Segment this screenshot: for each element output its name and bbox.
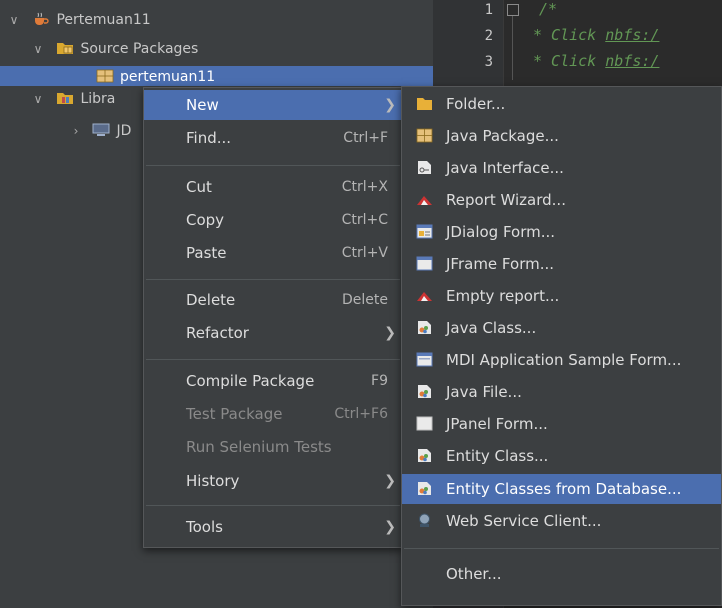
java-package-icon — [416, 128, 433, 143]
code-line: * Click nbfs:/ — [533, 26, 660, 44]
context-menu: New ❯ Find... Ctrl+F Cut Ctrl+X Copy Ctr… — [143, 87, 403, 548]
code-link[interactable]: nbfs:/ — [605, 26, 659, 44]
chevron-right-icon: ❯ — [384, 325, 396, 341]
menu-item-tools[interactable]: Tools ❯ — [144, 512, 402, 542]
menu-item-cut[interactable]: Cut Ctrl+X — [144, 172, 402, 202]
line-number: 1 — [484, 2, 493, 18]
menu-separator — [146, 279, 400, 280]
submenu-item-web-service-client[interactable]: Web Service Client... — [402, 506, 721, 536]
shortcut: Ctrl+C — [341, 212, 388, 228]
chevron-right-icon: ❯ — [384, 519, 396, 535]
chevron-down-icon[interactable]: ∨ — [30, 88, 46, 110]
tree-item-label: Source Packages — [80, 41, 199, 57]
shortcut: Ctrl+X — [341, 179, 388, 195]
menu-item-compile-package[interactable]: Compile Package F9 — [144, 366, 402, 396]
menu-item-delete[interactable]: Delete Delete — [144, 285, 402, 315]
chevron-down-icon[interactable]: ∨ — [6, 9, 22, 31]
code-line: /* — [539, 0, 558, 18]
entity-class-icon — [418, 449, 431, 462]
menu-item-paste[interactable]: Paste Ctrl+V — [144, 238, 402, 268]
submenu-item-jpanel-form[interactable]: JPanel Form... — [402, 409, 721, 439]
empty-report-icon — [417, 292, 432, 301]
fold-icon[interactable] — [507, 4, 519, 16]
menu-separator — [404, 548, 719, 549]
submenu-item-java-file[interactable]: Java File... — [402, 377, 721, 407]
chevron-right-icon: ❯ — [384, 97, 396, 113]
menu-item-new[interactable]: New ❯ — [144, 90, 402, 120]
tree-item-libraries[interactable]: ∨ Libra — [0, 88, 150, 110]
mdi-form-icon — [416, 352, 433, 367]
menu-item-history[interactable]: History ❯ — [144, 466, 402, 496]
line-number: 2 — [484, 28, 493, 44]
tree-item-label: Libra — [80, 91, 116, 107]
folder-icon — [417, 98, 432, 110]
chevron-right-icon: ❯ — [384, 473, 396, 489]
submenu-item-java-class[interactable]: Java Class... — [402, 313, 721, 343]
menu-separator — [146, 505, 400, 506]
submenu-item-other[interactable]: Other... — [402, 559, 721, 589]
submenu-item-entity-classes-from-database[interactable]: Entity Classes from Database... — [402, 474, 721, 504]
submenu-item-jdialog-form[interactable]: JDialog Form... — [402, 217, 721, 247]
shortcut: F9 — [371, 373, 388, 389]
entity-classes-db-icon — [418, 482, 431, 495]
java-interface-icon — [418, 161, 431, 174]
tree-item-package-selected[interactable]: pertemuan11 — [0, 66, 433, 86]
code-line: * Click nbfs:/ — [533, 52, 660, 70]
submenu-item-empty-report[interactable]: Empty report... — [402, 281, 721, 311]
java-file-icon — [418, 385, 431, 398]
fold-guide — [512, 16, 513, 80]
java-class-icon — [418, 321, 431, 334]
menu-separator — [146, 359, 400, 360]
new-submenu: Folder... Java Package... Java Interface… — [401, 86, 722, 606]
package-folder-icon — [57, 43, 74, 54]
jdk-icon — [92, 123, 110, 136]
submenu-item-entity-class[interactable]: Entity Class... — [402, 441, 721, 471]
library-folder-icon — [57, 93, 74, 104]
submenu-item-java-package[interactable]: Java Package... — [402, 121, 721, 151]
submenu-item-folder[interactable]: Folder... — [402, 89, 721, 119]
tree-item-jdk[interactable]: › JD — [0, 120, 150, 142]
tree-item-project[interactable]: ∨ Pertemuan11 — [0, 9, 433, 31]
tree-item-label: JD — [116, 123, 132, 139]
menu-item-refactor[interactable]: Refactor ❯ — [144, 318, 402, 348]
web-service-client-icon — [419, 513, 430, 527]
chevron-right-icon[interactable]: › — [68, 120, 84, 142]
package-icon — [96, 69, 114, 83]
submenu-item-java-interface[interactable]: Java Interface... — [402, 153, 721, 183]
submenu-item-mdi-application-sample-form[interactable]: MDI Application Sample Form... — [402, 345, 721, 375]
code-link[interactable]: nbfs:/ — [605, 52, 659, 70]
shortcut: Delete — [342, 292, 388, 308]
jframe-form-icon — [416, 256, 433, 271]
shortcut: Ctrl+F6 — [334, 406, 388, 422]
shortcut: Ctrl+V — [341, 245, 388, 261]
menu-item-test-package[interactable]: Test Package Ctrl+F6 — [144, 399, 402, 429]
submenu-item-report-wizard[interactable]: Report Wizard... — [402, 185, 721, 215]
report-wizard-icon — [417, 196, 432, 205]
coffee-cup-icon — [35, 12, 50, 25]
menu-item-find[interactable]: Find... Ctrl+F — [144, 123, 402, 153]
chevron-down-icon[interactable]: ∨ — [30, 38, 46, 60]
jdialog-form-icon — [416, 224, 433, 239]
jpanel-form-icon — [416, 416, 433, 431]
tree-item-label: pertemuan11 — [120, 69, 216, 85]
line-number: 3 — [484, 54, 493, 70]
shortcut: Ctrl+F — [343, 130, 388, 146]
menu-item-run-selenium-tests[interactable]: Run Selenium Tests — [144, 432, 402, 462]
menu-item-copy[interactable]: Copy Ctrl+C — [144, 205, 402, 235]
tree-item-source-packages[interactable]: ∨ Source Packages — [0, 38, 433, 60]
tree-item-label: Pertemuan11 — [56, 12, 151, 28]
menu-separator — [146, 165, 400, 166]
submenu-item-jframe-form[interactable]: JFrame Form... — [402, 249, 721, 279]
